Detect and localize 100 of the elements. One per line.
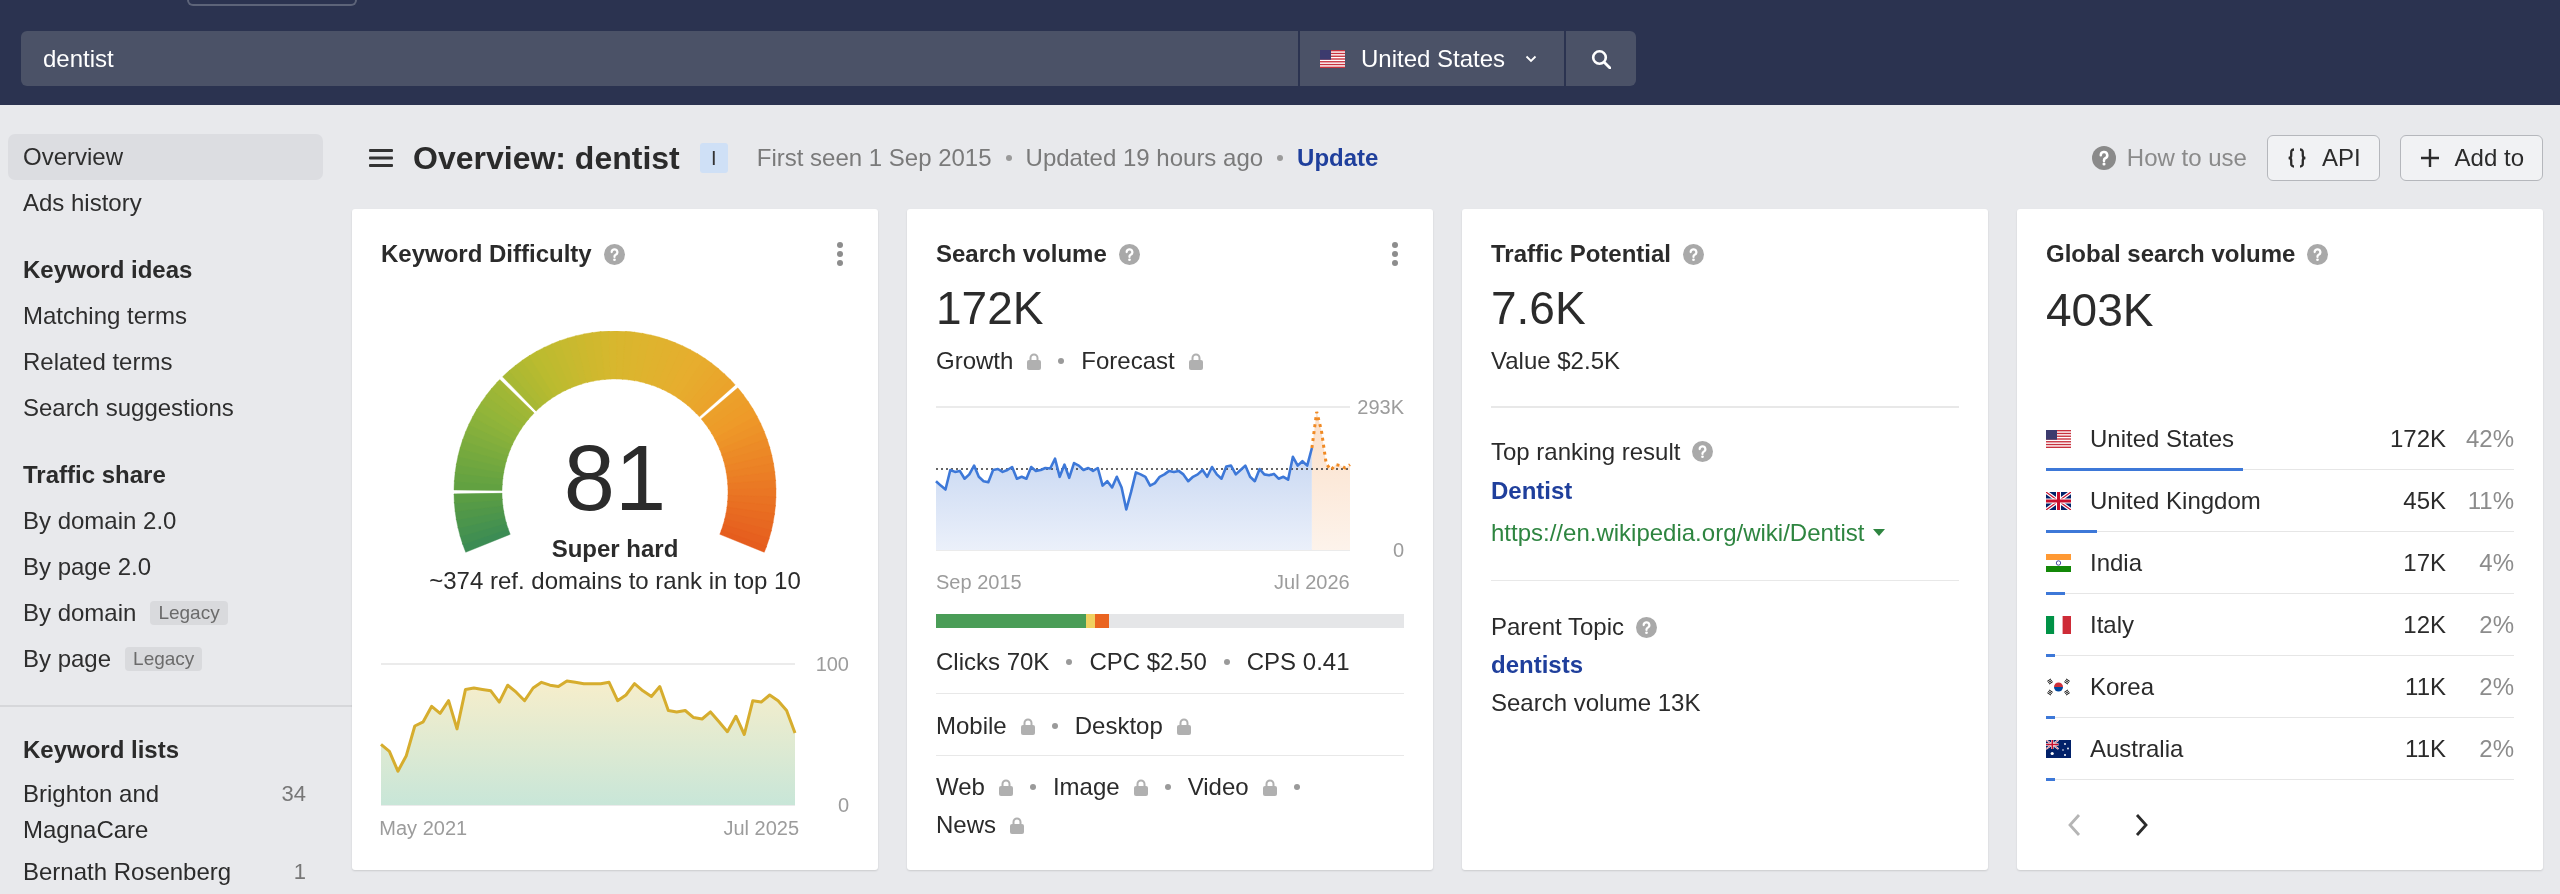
page-title: Overview: dentist <box>413 139 680 177</box>
result-title-link[interactable]: Dentist <box>1491 473 1573 508</box>
help-icon[interactable] <box>1636 616 1657 638</box>
uk-flag-icon <box>2046 491 2071 510</box>
difficulty-score: 81 <box>563 428 667 528</box>
feature-label: Web <box>936 772 985 802</box>
more-options-icon[interactable] <box>1392 242 1398 266</box>
result-url-link[interactable]: https://en.wikipedia.org/wiki/Dentist <box>1491 515 1865 550</box>
parent-topic-link[interactable]: dentists <box>1491 648 1583 682</box>
country-share: 11% <box>2467 485 2514 516</box>
country-volume: 17K <box>2403 547 2446 578</box>
keyword-list-item[interactable]: Brighton and MagnaCare 34 <box>8 773 323 851</box>
legacy-badge: Legacy <box>150 601 228 625</box>
difficulty-rating: Super hard <box>551 534 679 564</box>
nav-item[interactable]: Ads history <box>8 180 323 226</box>
country-share: 2% <box>2479 671 2514 702</box>
country-name: Australia <box>2090 733 2185 764</box>
api-button[interactable]: API <box>2266 135 2380 181</box>
axis-label: 293K <box>1357 396 1404 418</box>
caret-down-icon[interactable] <box>1872 529 1885 536</box>
search-volume-value: 172K <box>936 281 1045 335</box>
nav-item[interactable]: By page Legacy <box>8 636 323 682</box>
dot-icon <box>1293 784 1300 790</box>
global-volume-value: 403K <box>2046 283 2155 337</box>
meta-text: First seen 1 Sep 2015 <box>756 144 992 172</box>
add-to-button[interactable]: Add to <box>2399 135 2543 181</box>
dot-icon <box>1164 784 1171 790</box>
feature-label: Mobile <box>936 711 1007 741</box>
help-icon[interactable] <box>603 243 625 265</box>
help-icon[interactable] <box>1683 243 1705 265</box>
country-dropdown[interactable]: United States <box>1298 31 1564 86</box>
country-name: Italy <box>2090 609 2135 640</box>
card-title: Traffic Potential <box>1491 239 1672 269</box>
axis-label: Jul 2025 <box>723 817 799 839</box>
axis-label: Jul 2026 <box>1274 571 1350 593</box>
card-title: Global search volume <box>2046 239 2296 269</box>
country-name: Korea <box>2090 671 2156 702</box>
parent-topic-volume: Search volume 13K <box>1491 688 1702 718</box>
us-flag-icon <box>1320 49 1345 68</box>
dot-icon <box>1029 784 1036 790</box>
next-page-button[interactable] <box>2135 813 2149 837</box>
help-icon[interactable] <box>1692 441 1714 462</box>
dot-icon <box>1277 155 1284 161</box>
country-name: United States <box>2090 423 2236 454</box>
search-button[interactable] <box>1564 31 1636 86</box>
us-flag-icon <box>2046 429 2071 448</box>
country-volume: 12K <box>2403 609 2446 640</box>
search-field[interactable]: dentist <box>21 31 1298 86</box>
country-share: 42% <box>2465 423 2514 454</box>
dot-icon <box>1066 659 1073 665</box>
stat-text: CPC $2.50 <box>1089 647 1207 677</box>
section-label: Parent Topic <box>1491 612 1624 642</box>
country-share: 4% <box>2479 547 2514 578</box>
country-share: 2% <box>2479 733 2514 764</box>
country-name: India <box>2090 547 2144 578</box>
dot-icon <box>1223 659 1230 665</box>
intent-badge: I <box>699 143 728 173</box>
stat-text: Clicks 70K <box>936 647 1050 677</box>
axis-label: May 2021 <box>379 817 468 839</box>
feature-label: News <box>936 810 996 840</box>
keyword-list-item[interactable]: Bernath Rosenberg 1 <box>8 851 323 893</box>
nav-item[interactable]: By domain Legacy <box>8 590 323 636</box>
india-flag-icon <box>2046 553 2071 572</box>
nav-item[interactable]: By domain 2.0 <box>8 498 323 544</box>
menu-icon[interactable] <box>369 148 393 168</box>
help-icon[interactable] <box>1118 243 1140 265</box>
meta-text: Updated 19 hours ago <box>1025 144 1264 172</box>
feature-label: Growth <box>936 346 1014 376</box>
country-share: 2% <box>2479 609 2514 640</box>
section-heading: Traffic share <box>22 460 167 490</box>
australia-flag-icon <box>2046 739 2071 758</box>
nav-item[interactable]: Matching terms <box>8 293 323 339</box>
nav-item[interactable]: Overview <box>8 134 323 180</box>
legacy-badge: Legacy <box>125 647 203 671</box>
feature-label: Desktop <box>1074 711 1163 741</box>
nav-item[interactable]: Related terms <box>8 339 323 385</box>
gauge-segment <box>453 493 511 553</box>
nav-item[interactable]: By page 2.0 <box>8 544 323 590</box>
traffic-value-text: Value $2.5K <box>1491 346 1621 376</box>
section-heading: Keyword ideas <box>22 255 194 285</box>
country-volume: 11K <box>2405 733 2446 764</box>
more-options-icon[interactable] <box>837 242 843 266</box>
axis-label: 100 <box>815 653 849 675</box>
help-icon[interactable] <box>2307 243 2329 265</box>
section-heading: Keyword lists <box>22 735 181 765</box>
dot-icon <box>1058 358 1065 364</box>
list-count: 1 <box>293 858 306 886</box>
italy-flag-icon <box>2046 615 2071 634</box>
plus-icon <box>2418 147 2441 169</box>
feature-label: Image <box>1052 772 1120 802</box>
axis-label: Sep 2015 <box>936 571 1022 593</box>
nav-item[interactable]: Search suggestions <box>8 385 323 431</box>
update-link[interactable]: Update <box>1297 144 1379 172</box>
country-volume: 172K <box>2389 423 2446 454</box>
country-name: United Kingdom <box>2090 485 2262 516</box>
list-count: 34 <box>281 780 306 808</box>
feature-label: Forecast <box>1081 346 1175 376</box>
help-icon[interactable] <box>2091 146 2116 170</box>
nav-button[interactable] <box>187 0 357 6</box>
stat-text: CPS 0.41 <box>1246 647 1350 677</box>
